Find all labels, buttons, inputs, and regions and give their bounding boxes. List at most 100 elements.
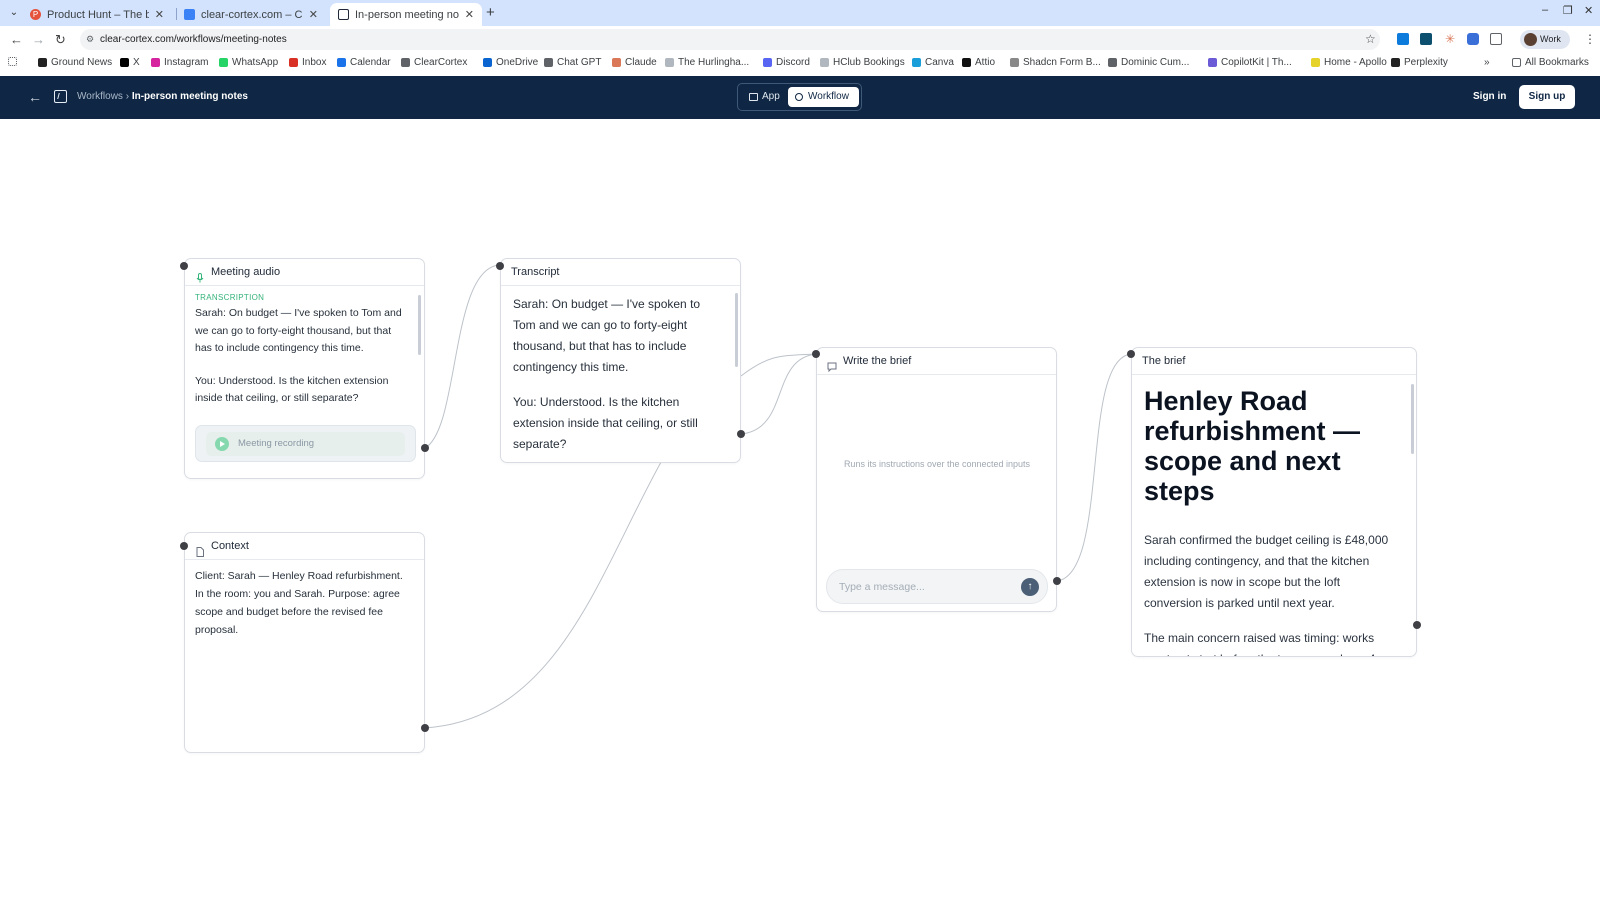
sign-up-button[interactable]: Sign up — [1519, 85, 1575, 109]
output-port[interactable] — [737, 430, 745, 438]
recording-player: Meeting recording — [195, 425, 416, 462]
node-context[interactable]: Context Client: Sarah — Henley Road refu… — [184, 532, 425, 753]
bookmark-item[interactable]: Shadcn Form B... — [1010, 57, 1101, 68]
apps-grid-icon[interactable] — [8, 57, 21, 66]
profile-chip[interactable]: Work — [1520, 30, 1570, 49]
edge-context-writebrief — [424, 454, 666, 729]
discord-icon — [763, 58, 772, 67]
scrollbar[interactable] — [1411, 384, 1414, 454]
close-icon[interactable]: ✕ — [309, 8, 318, 21]
claude-extension-icon[interactable]: ✳ — [1444, 33, 1456, 45]
input-port[interactable] — [812, 350, 820, 358]
bookmark-item[interactable]: Instagram — [151, 57, 208, 68]
send-icon[interactable]: ↑ — [1021, 578, 1039, 596]
extension-icon[interactable] — [1467, 33, 1479, 45]
bookmark-star-icon[interactable]: ☆ — [1365, 32, 1376, 46]
input-port[interactable] — [180, 262, 188, 270]
breadcrumb-workflows[interactable]: Workflows — [77, 91, 123, 102]
node-header[interactable]: Transcript — [501, 259, 740, 286]
bookmark-item[interactable]: X — [120, 57, 140, 68]
tab-calendar[interactable]: clear-cortex.com – Calen ✕ — [176, 3, 326, 26]
all-bookmarks[interactable]: All Bookmarks — [1512, 57, 1589, 68]
attio-icon — [962, 58, 971, 67]
ground-news-icon — [38, 58, 47, 67]
menu-icon[interactable]: ⋮ — [1584, 32, 1596, 46]
chatgpt-icon — [544, 58, 553, 67]
logo-icon[interactable] — [54, 90, 67, 103]
address-toolbar: ← → ↻ ⚙ clear-cortex.com/workflows/meeti… — [0, 26, 1600, 53]
toggle-workflow[interactable]: Workflow — [788, 87, 859, 107]
input-port[interactable] — [180, 542, 188, 550]
play-icon[interactable] — [215, 437, 229, 451]
bookmark-item[interactable]: Dominic Cum... — [1108, 57, 1189, 68]
bookmark-item[interactable]: Attio — [962, 57, 995, 68]
bookmark-item[interactable]: ClearCortex — [401, 57, 467, 68]
tab-meeting-notes[interactable]: In-person meeting notes ✕ — [330, 3, 482, 26]
restore-icon[interactable]: ❐ — [1563, 4, 1573, 17]
puzzle-icon[interactable] — [1490, 33, 1502, 45]
bookmark-item[interactable]: Chat GPT — [544, 57, 601, 68]
node-header[interactable]: Write the brief — [817, 348, 1056, 375]
bookmark-item[interactable]: Ground News — [38, 57, 112, 68]
new-tab-icon[interactable]: + — [486, 4, 495, 21]
microphone-icon — [195, 267, 205, 283]
edge-transcript-out-writebrief — [740, 353, 817, 435]
window-icon — [749, 93, 758, 101]
scrollbar[interactable] — [418, 295, 421, 355]
toggle-app[interactable]: App — [742, 87, 786, 107]
avatar — [1524, 33, 1537, 46]
close-icon[interactable]: ✕ — [465, 8, 474, 21]
output-port[interactable] — [1053, 577, 1061, 585]
node-header[interactable]: Context — [185, 533, 424, 560]
scrollbar[interactable] — [735, 293, 738, 367]
message-input[interactable]: Type a message... ↑ — [826, 569, 1048, 604]
bookmarks-overflow-icon[interactable]: » — [1484, 57, 1490, 68]
reload-icon[interactable]: ↻ — [55, 32, 66, 48]
bookmark-item[interactable]: The Hurlingha... — [665, 57, 749, 68]
node-meeting-audio[interactable]: Meeting audio TRANSCRIPTION Sarah: On bu… — [184, 258, 425, 479]
sign-in-button[interactable]: Sign in — [1473, 91, 1506, 102]
bookmark-item[interactable]: Discord — [763, 57, 810, 68]
node-the-brief[interactable]: The brief Henley Road refurbishment — sc… — [1131, 347, 1417, 657]
input-port[interactable] — [496, 262, 504, 270]
node-header[interactable]: The brief — [1132, 348, 1416, 375]
node-transcript[interactable]: Transcript Sarah: On budget — I've spoke… — [500, 258, 741, 463]
bookmark-item[interactable]: Perplexity — [1391, 57, 1448, 68]
perplexity-icon — [1391, 58, 1400, 67]
gmail-icon — [289, 58, 298, 67]
workflow-canvas[interactable]: Meeting audio TRANSCRIPTION Sarah: On bu… — [0, 119, 1600, 903]
bookmark-item[interactable]: Canva — [912, 57, 954, 68]
tab-search-icon[interactable]: ⌄ — [6, 5, 22, 21]
input-port[interactable] — [1127, 350, 1135, 358]
node-helper-text: Runs its instructions over the connected… — [843, 459, 1031, 469]
bookmark-item[interactable]: HClub Bookings — [820, 57, 905, 68]
back-arrow-icon[interactable]: ← — [28, 89, 42, 105]
recording-bar[interactable]: Meeting recording — [206, 432, 405, 456]
output-port[interactable] — [421, 444, 429, 452]
bookmark-item[interactable]: WhatsApp — [219, 57, 278, 68]
url-bar[interactable]: ⚙ clear-cortex.com/workflows/meeting-not… — [80, 29, 1380, 50]
node-write-the-brief[interactable]: Write the brief Runs its instructions ov… — [816, 347, 1057, 612]
bookmark-item[interactable]: Inbox — [289, 57, 326, 68]
bookmarks-bar: Ground News X Instagram WhatsApp Inbox Calend… — [0, 53, 1600, 76]
bookmark-item[interactable]: OneDrive — [483, 57, 538, 68]
extension-icon[interactable] — [1397, 33, 1409, 45]
context-text: Client: Sarah — Henley Road refurbishmen… — [195, 570, 403, 636]
extension-icon[interactable] — [1420, 33, 1432, 45]
apollo-icon — [1311, 58, 1320, 67]
output-port[interactable] — [421, 724, 429, 732]
back-icon[interactable]: ← — [10, 32, 23, 47]
window-close-icon[interactable]: ✕ — [1584, 4, 1593, 17]
forward-icon[interactable]: → — [32, 32, 45, 47]
node-header[interactable]: Meeting audio — [185, 259, 424, 286]
bookmark-item[interactable]: Calendar — [337, 57, 391, 68]
bookmark-item[interactable]: CopilotKit | Th... — [1208, 57, 1292, 68]
tab-product-hunt[interactable]: P Product Hunt – The best ✕ — [22, 3, 172, 26]
bookmark-item[interactable]: Home - Apollo — [1311, 57, 1387, 68]
instagram-icon — [151, 58, 160, 67]
output-port[interactable] — [1413, 621, 1421, 629]
bookmark-item[interactable]: Claude — [612, 57, 657, 68]
close-icon[interactable]: ✕ — [155, 8, 164, 21]
site-info-icon[interactable]: ⚙ — [86, 29, 94, 50]
minimize-icon[interactable]: – — [1542, 4, 1548, 16]
